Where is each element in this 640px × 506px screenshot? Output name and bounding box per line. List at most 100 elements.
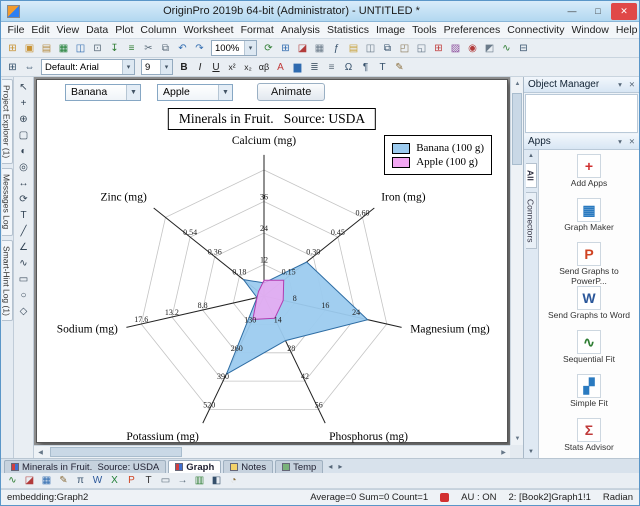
screen-capture-icon[interactable]: ◉ [464,41,481,56]
panel-tab-messages-log[interactable]: Messages Log [2,168,13,235]
font-size-combo[interactable]: 9 ▾ [141,59,173,75]
panel-tab-smart-hint-log-1[interactable]: Smart-Hint Log (1) [2,240,13,322]
text-style-icon[interactable]: T [374,60,391,75]
rect-tool-icon[interactable]: ▭ [15,271,32,287]
apps-menu-icon[interactable]: ▾ [618,137,622,146]
add-layer-icon[interactable]: ⊞ [4,60,21,75]
print-icon[interactable]: ⊡ [89,41,106,56]
menu-file[interactable]: File [4,24,28,36]
object-manager-close-icon[interactable]: ✕ [629,80,635,89]
align-left-icon[interactable]: ≣ [306,60,323,75]
app-add-apps[interactable]: +Add Apps [539,152,639,196]
font-color-button[interactable]: A [272,60,289,75]
open-icon[interactable]: ▤ [38,41,55,56]
undo-icon[interactable]: ↶ [174,41,191,56]
calculator-icon[interactable]: ⊟ [515,41,532,56]
date-stamp-icon[interactable]: ◔ [225,473,242,488]
vertical-scrollbar[interactable]: ▲ ▼ [510,77,523,445]
save-project-icon[interactable]: ◫ [72,41,89,56]
menu-worksheet[interactable]: Worksheet [180,24,237,36]
copy-icon[interactable]: ⧉ [157,41,174,56]
align-center-icon[interactable]: ≡ [323,60,340,75]
fruit1-dropdown[interactable]: Banana ▼ [65,84,141,101]
word-icon[interactable]: W [89,473,106,488]
object-manager-body[interactable] [525,94,638,133]
fruit1-dropdown-arrow-icon[interactable]: ▼ [126,85,140,100]
maximize-button[interactable]: □ [585,3,611,20]
menu-edit[interactable]: Edit [28,24,53,36]
color-palette-icon[interactable]: ▨ [447,41,464,56]
import-wizard-icon[interactable]: ↧ [106,41,123,56]
new-folder-icon[interactable]: ▣ [21,41,38,56]
import-ascii-icon[interactable]: ≡ [123,41,140,56]
new-matrix-icon[interactable]: ▦ [311,41,328,56]
scroll-up-icon[interactable]: ▲ [511,77,523,90]
app-graph-maker[interactable]: ▦Graph Maker [539,196,639,240]
equation-icon[interactable]: π [72,473,89,488]
rescale-icon[interactable]: ⇔ [21,60,38,75]
new-graph-icon[interactable]: ◪ [294,41,311,56]
text-object-icon[interactable]: T [140,473,157,488]
fruit2-dropdown[interactable]: Apple ▼ [157,84,233,101]
new-fit-icon[interactable]: ∿ [4,473,21,488]
excel-icon[interactable]: X [106,473,123,488]
object-manager-menu-icon[interactable]: ▾ [618,80,622,89]
symbol-map-icon[interactable]: Ω [340,60,357,75]
object-manager-icon[interactable]: ◱ [413,41,430,56]
arrow-object-icon[interactable]: → [174,473,191,488]
apps-tab-all[interactable]: All [526,163,537,188]
subscript-button[interactable]: x₂ [240,60,256,75]
data-selector-icon[interactable]: ▢ [15,127,32,143]
fitting-icon[interactable]: ∿ [498,41,515,56]
tab-scroll-left-icon[interactable]: ◂ [325,462,335,471]
pointer-tool-icon[interactable]: ↖ [15,79,32,95]
menu-data[interactable]: Data [83,24,112,36]
tab-graph[interactable]: Graph [168,460,221,473]
curve-tool-icon[interactable]: ∿ [15,255,32,271]
chart-legend[interactable]: Banana (100 g)Apple (100 g) [384,135,492,175]
menu-window[interactable]: Window [568,24,612,36]
project-explorer-icon[interactable]: ◰ [396,41,413,56]
close-button[interactable]: ✕ [611,3,637,20]
apps-gallery-icon[interactable]: ⊞ [430,41,447,56]
horizontal-scrollbar[interactable]: ◀ ▶ [34,445,510,458]
menu-plot[interactable]: Plot [112,24,137,36]
theme-organizer-icon[interactable]: ◩ [481,41,498,56]
superscript-button[interactable]: x² [224,60,240,75]
scroll-down-icon[interactable]: ▼ [511,432,523,445]
menu-tools[interactable]: Tools [409,24,441,36]
horizontal-scroll-thumb[interactable] [50,447,182,457]
vertical-scroll-thumb[interactable] [512,93,522,165]
menu-help[interactable]: Help [612,24,640,36]
greek-button[interactable]: αβ [256,60,272,75]
menu-column[interactable]: Column [137,24,180,36]
new-notes-icon[interactable]: ▤ [345,41,362,56]
app-simple-fit[interactable]: ▞Simple Fit [539,372,639,416]
copy-format-icon[interactable]: ✎ [55,473,72,488]
format-painter-icon[interactable]: ✎ [391,60,408,75]
minimize-button[interactable]: — [559,3,585,20]
cut-icon[interactable]: ✂ [140,41,157,56]
fruit2-dropdown-arrow-icon[interactable]: ▼ [218,85,232,100]
pan-tool-icon[interactable]: ↔ [15,175,32,191]
polygon-tool-icon[interactable]: ◇ [15,303,32,319]
app-sequential-fit[interactable]: ∿Sequential Fit [539,328,639,372]
screen-reader-icon[interactable]: + [15,95,32,111]
menu-analysis[interactable]: Analysis [277,24,323,36]
worksheet-object-icon[interactable]: ▦ [38,473,55,488]
font-combo-arrow-icon[interactable]: ▾ [122,60,134,74]
menu-preferences[interactable]: Preferences [440,24,504,36]
app-send-graphs-to-powerpoint[interactable]: PSend Graphs to PowerP... [539,240,639,284]
apps-tabs-scroll-down-icon[interactable]: ▼ [528,447,534,457]
underline-button[interactable]: U [208,60,224,75]
new-workbook-icon[interactable]: ⊞ [277,41,294,56]
zoom-combo[interactable]: 100% ▾ [211,40,257,56]
panel-tab-project-explorer-1[interactable]: Project Explorer (1) [2,79,13,164]
italic-button[interactable]: I [192,60,208,75]
refresh-icon[interactable]: ⟳ [260,41,277,56]
bold-button[interactable]: B [176,60,192,75]
layer-object-icon[interactable]: ◧ [208,473,225,488]
paragraph-icon[interactable]: ¶ [357,60,374,75]
text-tool-icon[interactable]: T [15,207,32,223]
menu-connectivity[interactable]: Connectivity [504,24,568,36]
